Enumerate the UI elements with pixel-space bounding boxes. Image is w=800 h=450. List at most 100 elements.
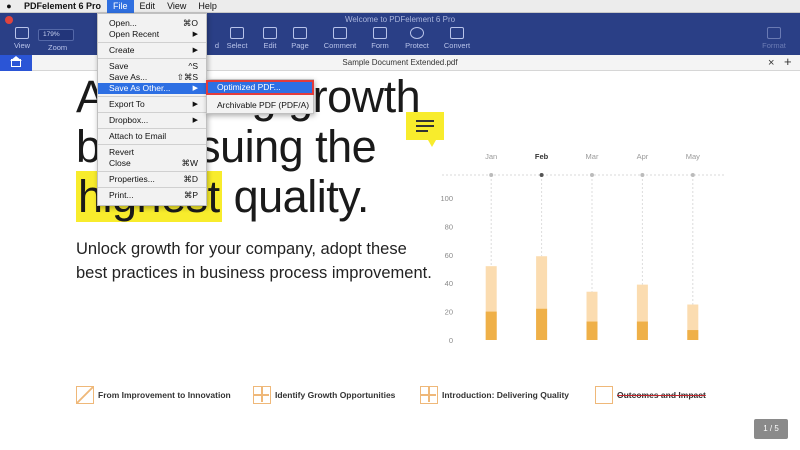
footer-item[interactable]: Identify Growth Opportunities xyxy=(253,386,395,404)
format-icon xyxy=(767,27,781,39)
heading-line-3-rest: quality. xyxy=(221,171,370,222)
improvement-icon xyxy=(76,386,94,404)
footer-item-label: From Improvement to Innovation xyxy=(98,390,231,400)
close-tab-icon[interactable]: × xyxy=(768,56,774,70)
comment-icon xyxy=(333,27,347,39)
bar-dark xyxy=(687,330,699,340)
footer-item[interactable]: From Improvement to Innovation xyxy=(76,386,231,404)
submenu-item-archivable-pdf[interactable]: Archivable PDF (PDF/A) xyxy=(207,99,313,112)
submenu-arrow-icon: ▶ xyxy=(192,31,198,38)
menu-item-label: Revert xyxy=(109,147,135,157)
menu-item-export-to[interactable]: Export To ▶ xyxy=(98,99,206,110)
x-tick-label: Apr xyxy=(637,152,649,161)
menu-item-save-as[interactable]: Save As... ⇧⌘S xyxy=(98,72,206,83)
menu-app-name[interactable]: PDFelement 6 Pro xyxy=(18,0,107,13)
menu-item-save-as-other[interactable]: Save As Other... ▶ xyxy=(98,83,206,94)
footer-item-label: Identify Growth Opportunities xyxy=(275,390,396,400)
submenu-arrow-icon: ▶ xyxy=(192,101,198,108)
y-tick-label: 20 xyxy=(445,308,453,317)
format-button[interactable]: Format xyxy=(752,27,796,55)
menu-shortcut: ⇧⌘S xyxy=(176,72,198,82)
menu-view[interactable]: View xyxy=(161,0,192,13)
menu-item-dropbox[interactable]: Dropbox... ▶ xyxy=(98,115,206,126)
zoom-select[interactable]: 179% xyxy=(38,29,74,41)
protect-button[interactable]: Protect xyxy=(395,27,439,55)
menu-separator xyxy=(98,42,206,43)
bar-dark xyxy=(536,308,548,340)
outcomes-icon xyxy=(595,386,613,404)
bar-dark xyxy=(586,321,598,340)
menu-separator xyxy=(98,171,206,172)
comment-label: Comment xyxy=(323,41,357,50)
menu-edit[interactable]: Edit xyxy=(134,0,162,13)
footer-item-label: Introduction: Delivering Quality xyxy=(442,390,570,400)
add-tab-icon[interactable]: + xyxy=(784,55,792,69)
note-tail xyxy=(428,140,436,147)
menu-separator xyxy=(98,96,206,97)
convert-label: Convert xyxy=(443,41,471,50)
save-as-other-submenu: Optimized PDF... Archivable PDF (PDF/A) xyxy=(206,79,314,114)
convert-icon xyxy=(450,27,464,39)
page-label: Page xyxy=(291,41,309,50)
growth-bar-chart: 0 20 40 60 80 100 Jan Feb Mar Apr May xyxy=(440,152,726,345)
menu-item-create[interactable]: Create ▶ xyxy=(98,45,206,56)
page-indicator[interactable]: 1 / 5 xyxy=(754,419,788,439)
x-tick-label: Jan xyxy=(485,152,497,161)
menu-shortcut: ⌘W xyxy=(181,158,198,168)
grid-icon xyxy=(420,386,438,404)
menu-item-label: Close xyxy=(109,158,131,168)
menu-separator xyxy=(98,58,206,59)
menu-item-label: Open... xyxy=(109,18,137,28)
menu-item-label: Create xyxy=(109,45,135,55)
y-tick-label: 0 xyxy=(449,336,453,345)
page-button[interactable]: Page xyxy=(278,27,322,55)
menu-shortcut: ⌘P xyxy=(183,190,198,200)
submenu-arrow-icon: ▶ xyxy=(192,117,198,124)
zoom-label: Zoom xyxy=(48,43,68,52)
document-footer: From Improvement to Innovation Identify … xyxy=(76,384,776,408)
menu-separator xyxy=(98,128,206,129)
menu-shortcut: ^S xyxy=(188,61,198,71)
menu-item-close[interactable]: Close ⌘W xyxy=(98,158,206,169)
menu-item-label: Save As... xyxy=(109,72,148,82)
apple-icon[interactable]: ● xyxy=(0,1,18,11)
menu-shortcut: ⌘D xyxy=(183,174,198,184)
menu-item-label: Attach to Email xyxy=(109,131,167,141)
y-tick-label: 60 xyxy=(445,251,453,260)
shield-icon xyxy=(410,27,424,39)
y-tick-label: 40 xyxy=(445,279,453,288)
menu-item-attach-to-email[interactable]: Attach to Email xyxy=(98,131,206,142)
menu-item-print[interactable]: Print... ⌘P xyxy=(98,190,206,201)
footer-item[interactable]: Introduction: Delivering Quality xyxy=(420,386,569,404)
menu-help[interactable]: Help xyxy=(192,0,223,13)
comment-button[interactable]: Comment xyxy=(318,27,362,55)
comment-note-icon[interactable] xyxy=(406,112,444,147)
form-label: Form xyxy=(371,41,389,50)
note-line xyxy=(416,120,434,122)
menu-item-label: Print... xyxy=(109,190,134,200)
submenu-item-optimized-pdf[interactable]: Optimized PDF... xyxy=(206,80,314,95)
footer-item[interactable]: Outcomes and Impact xyxy=(595,386,706,404)
y-tick-label: 80 xyxy=(445,222,453,231)
menu-item-label: Properties... xyxy=(109,174,155,184)
menu-item-label: Export To xyxy=(109,99,145,109)
convert-button[interactable]: Convert xyxy=(435,27,479,55)
form-icon xyxy=(373,27,387,39)
category-dot xyxy=(590,173,594,177)
menu-item-label: Open Recent xyxy=(109,29,160,39)
file-menu: Open... ⌘O Open Recent ▶ Create ▶ Save ^S Sa… xyxy=(97,13,207,206)
menu-item-open-recent[interactable]: Open Recent ▶ xyxy=(98,29,206,40)
edit-icon xyxy=(263,27,277,39)
y-tick-label: 100 xyxy=(440,194,453,203)
menu-item-open[interactable]: Open... ⌘O xyxy=(98,18,206,29)
menu-item-save[interactable]: Save ^S xyxy=(98,61,206,72)
category-dot xyxy=(640,173,645,177)
view-icon xyxy=(15,27,29,39)
format-label: Format xyxy=(762,41,786,50)
menu-item-properties[interactable]: Properties... ⌘D xyxy=(98,174,206,185)
menu-shortcut: ⌘O xyxy=(182,18,198,28)
menu-item-revert[interactable]: Revert xyxy=(98,147,206,158)
app-window: ● PDFelement 6 Pro File Edit View Help W… xyxy=(0,0,800,450)
menu-padding xyxy=(98,201,206,205)
menu-file[interactable]: File xyxy=(107,0,134,13)
